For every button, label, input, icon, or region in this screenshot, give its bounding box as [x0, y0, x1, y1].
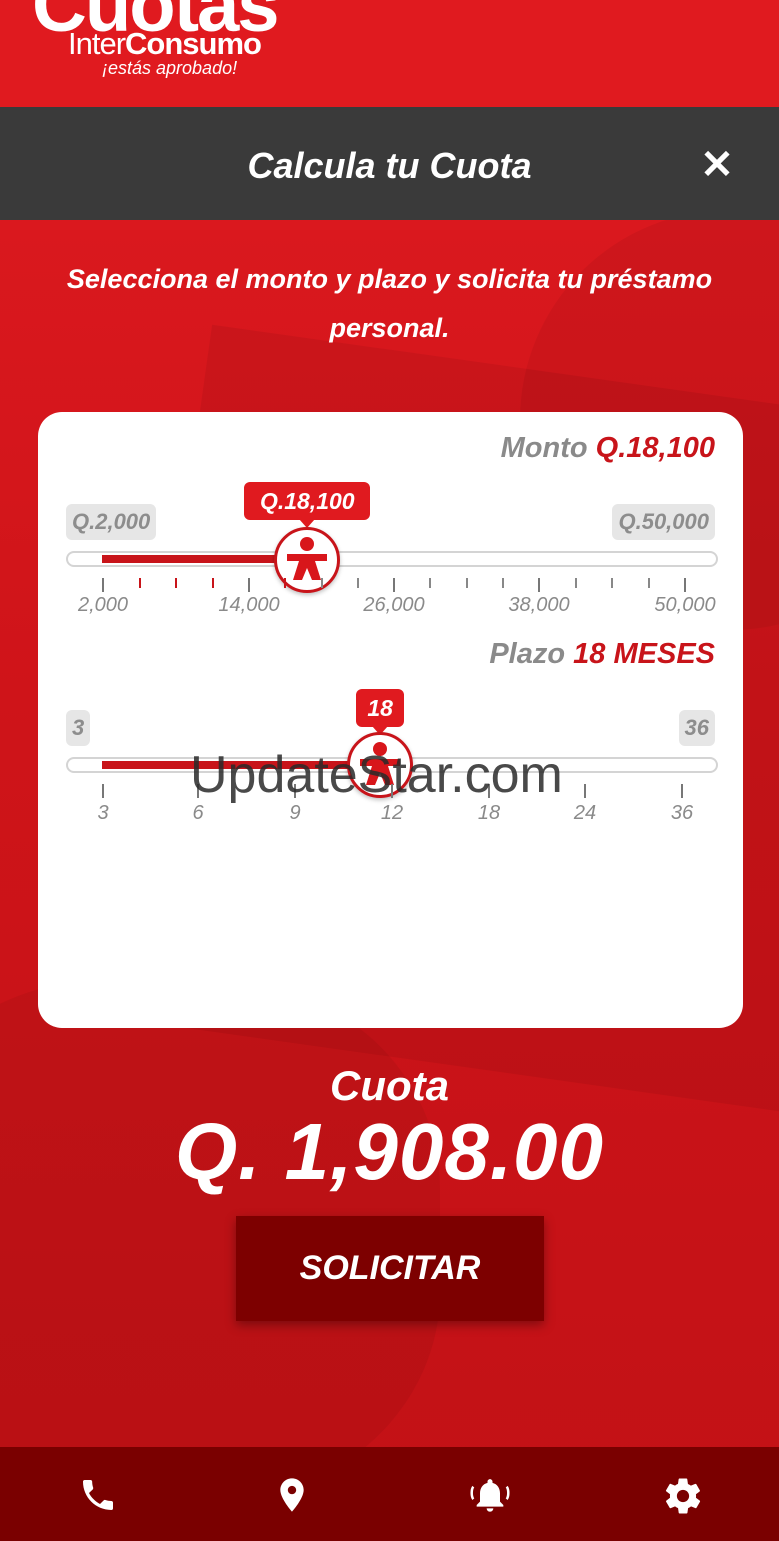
monto-value-bubble: Q.18,100 — [244, 482, 371, 528]
page-title: Calcula tu Cuota — [247, 145, 532, 186]
cuota-value: Q. 1,908.00 — [174, 1107, 605, 1196]
solicitar-button[interactable]: SOLICITAR — [236, 1216, 544, 1321]
monto-minor-tick — [211, 578, 214, 588]
plazo-min-chip: 3 — [66, 710, 91, 746]
monto-minor-tick — [574, 578, 577, 588]
plazo-tick-label: 6 — [192, 802, 204, 824]
logo-bar: Cuotas InterConsumo ¡estás aprobado! — [0, 0, 779, 107]
monto-major-tick — [684, 578, 686, 592]
monto-major-tick — [393, 578, 395, 592]
plazo-major-tick — [102, 784, 104, 798]
monto-major-tick — [102, 578, 104, 592]
logo-tagline: ¡estás aprobado! — [102, 58, 238, 78]
monto-tick-label: 50,000 — [654, 594, 716, 616]
plazo-tick-label: 12 — [380, 802, 404, 824]
monto-slider-fill — [102, 555, 300, 563]
logo-sub-text: InterConsumo — [68, 26, 262, 61]
monto-minor-tick — [284, 578, 287, 588]
monto-minor-tick — [138, 578, 141, 588]
monto-tick-label: 26,000 — [363, 594, 425, 616]
monto-minor-tick — [647, 578, 650, 588]
plazo-major-tick — [584, 784, 586, 798]
cuota-label: Cuota — [330, 1062, 449, 1109]
monto-major-tick — [248, 578, 250, 592]
plazo-tick-label: 18 — [477, 802, 501, 824]
monto-minor-tick — [429, 578, 432, 588]
monto-min-chip: Q.2,000 — [66, 504, 157, 540]
monto-max-chip: Q.50,000 — [612, 504, 715, 540]
monto-ticks — [38, 578, 743, 592]
monto-minor-tick — [501, 578, 504, 588]
settings-gear-icon[interactable] — [662, 1475, 702, 1515]
watermark: UpdateStar.com — [190, 746, 563, 804]
monto-tick-label: 14,000 — [218, 594, 280, 616]
monto-minor-tick — [356, 578, 359, 588]
monto-minor-tick — [175, 578, 177, 588]
plazo-max-chip: 36 — [678, 710, 715, 746]
plazo-major-tick — [681, 784, 683, 798]
monto-label: Monto Q.18,100 — [500, 432, 715, 464]
plazo-value-bubble: 18 — [356, 689, 405, 735]
bottom-nav — [0, 1447, 779, 1541]
monto-tick-label: 38,000 — [508, 594, 570, 616]
monto-minor-tick — [465, 578, 468, 588]
monto-major-tick — [538, 578, 540, 592]
plazo-tick-label: 3 — [97, 802, 109, 824]
notification-bell-icon[interactable] — [468, 1475, 510, 1515]
monto-tick-label: 2,000 — [77, 594, 129, 616]
monto-minor-tick — [320, 578, 323, 588]
person-icon — [287, 537, 328, 580]
plazo-tick-label: 24 — [573, 802, 597, 824]
plazo-tick-label: 36 — [670, 802, 694, 824]
location-pin-icon[interactable] — [272, 1475, 312, 1515]
phone-icon[interactable] — [78, 1475, 118, 1515]
plazo-tick-label: 9 — [289, 802, 301, 824]
close-icon[interactable]: ✕ — [699, 145, 735, 185]
calculator-card: Monto Q.18,100 Q.2,000 Q.50,000 Q.18,100… — [38, 412, 743, 1028]
intro-text: Selecciona el monto y plazo y solicita t… — [66, 264, 713, 343]
plazo-label: Plazo 18 MESES — [489, 638, 715, 670]
monto-minor-tick — [611, 578, 613, 588]
header-bar: Calcula tu Cuota ✕ — [0, 107, 779, 220]
monto-slider-track[interactable] — [66, 551, 718, 567]
